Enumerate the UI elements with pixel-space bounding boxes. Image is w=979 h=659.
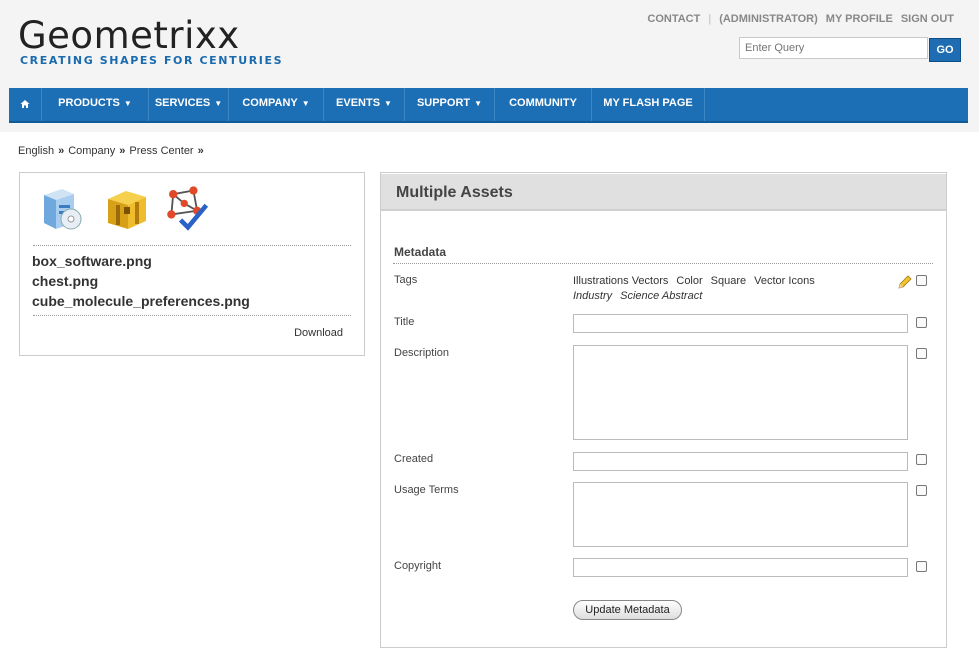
chest-icon[interactable] [104,183,150,233]
nav-events[interactable]: EVENTS ▼ [324,88,405,121]
nav-company-label: COMPANY [242,97,298,109]
nav-flash-label: MY FLASH PAGE [603,97,693,109]
search-input[interactable] [739,37,928,59]
tag-item[interactable]: Illustrations Vectors [573,275,668,287]
usage-terms-field[interactable] [573,482,908,547]
tags-checkbox[interactable] [916,275,927,286]
tag-item[interactable]: Color [676,275,702,287]
nav-support-label: SUPPORT [416,97,471,109]
copyright-field[interactable] [573,558,908,577]
created-field[interactable] [573,452,908,471]
contact-link[interactable]: CONTACT [647,13,700,25]
breadcrumb: English» Company» Press Center» [18,145,208,157]
usage-terms-label: Usage Terms [394,484,459,496]
tag-item[interactable]: Industry [573,290,612,302]
brand-tagline: CREATING SHAPES FOR CENTURIES [20,54,284,67]
copyright-checkbox[interactable] [916,561,927,572]
file-name-box-software[interactable]: box_software.png [32,253,152,269]
nav-community[interactable]: COMMUNITY [495,88,592,121]
usage-terms-checkbox[interactable] [916,485,927,496]
file-name-chest[interactable]: chest.png [32,273,98,289]
download-link[interactable]: Download [294,327,343,339]
tag-item[interactable]: Science Abstract [620,290,702,302]
metadata-heading: Metadata [394,245,447,259]
my-profile-link[interactable]: MY PROFILE [826,13,893,25]
created-checkbox[interactable] [916,454,927,465]
title-checkbox[interactable] [916,317,927,328]
breadcrumb-english[interactable]: English [18,145,54,157]
cube-molecule-icon[interactable] [164,183,210,233]
nav-events-label: EVENTS [336,97,381,109]
nav-my-flash-page[interactable]: MY FLASH PAGE [592,88,705,121]
tag-item[interactable]: Vector Icons [754,275,815,287]
divider: | [708,13,712,25]
caret-down-icon: ▼ [384,99,392,108]
page-header: Geometrixx CREATING SHAPES FOR CENTURIES… [0,0,979,132]
breadcrumb-separator: » [119,145,126,157]
home-icon [20,100,30,108]
caret-down-icon: ▼ [474,99,483,108]
nav-support[interactable]: SUPPORT ▼ [405,88,495,121]
panel-title: Multiple Assets [396,184,513,201]
search-box [739,37,928,59]
title-label: Title [394,316,415,328]
nav-services-label: SERVICES [154,97,211,109]
brand-title: Geometrixx [18,14,240,57]
sign-out-link[interactable]: SIGN OUT [901,13,954,25]
panel-header: Multiple Assets [381,174,946,211]
nav-services[interactable]: SERVICES ▼ [149,88,229,121]
assets-panel: box_software.png chest.png cube_molecule… [19,172,365,356]
created-label: Created [394,453,434,465]
nav-community-label: COMMUNITY [509,97,577,109]
file-name-cube-molecule[interactable]: cube_molecule_preferences.png [32,293,250,309]
divider [33,245,351,246]
pencil-icon[interactable] [897,273,913,289]
tag-item[interactable]: Square [711,275,746,287]
nav-products-label: PRODUCTS [58,97,120,109]
tags-label: Tags [394,274,418,286]
caret-down-icon: ▼ [301,99,310,108]
description-checkbox[interactable] [916,348,927,359]
breadcrumb-separator: » [58,145,65,157]
top-links: CONTACT | (ADMINISTRATOR) MY PROFILE SIGN OU… [639,13,954,25]
search-go-button[interactable]: GO [929,38,961,62]
tags-list: Illustrations Vectors Color Square Vector I… [573,274,873,304]
breadcrumb-company[interactable]: Company [68,145,115,157]
description-field[interactable] [573,345,908,440]
divider [393,263,933,264]
title-field[interactable] [573,314,908,333]
update-metadata-button[interactable]: Update Metadata [573,600,682,620]
admin-link[interactable]: (ADMINISTRATOR) [719,13,818,25]
breadcrumb-press-center[interactable]: Press Center [129,145,193,157]
breadcrumb-separator: » [197,145,204,157]
description-label: Description [394,347,450,359]
nav-company[interactable]: COMPANY ▼ [229,88,324,121]
brand-logo[interactable]: Geometrixx CREATING SHAPES FOR CENTURIES [18,14,284,68]
main-nav: PRODUCTS ▼ SERVICES ▼ COMPANY ▼ EVENTS ▼ SUP… [9,88,968,123]
nav-products[interactable]: PRODUCTS ▼ [42,88,149,121]
metadata-panel: Multiple Assets Metadata Tags Illustrati… [380,172,947,648]
nav-home[interactable] [9,88,42,121]
divider [33,315,351,316]
box-software-icon[interactable] [38,183,84,233]
caret-down-icon: ▼ [214,99,223,108]
copyright-label: Copyright [394,560,442,572]
caret-down-icon: ▼ [123,99,132,108]
